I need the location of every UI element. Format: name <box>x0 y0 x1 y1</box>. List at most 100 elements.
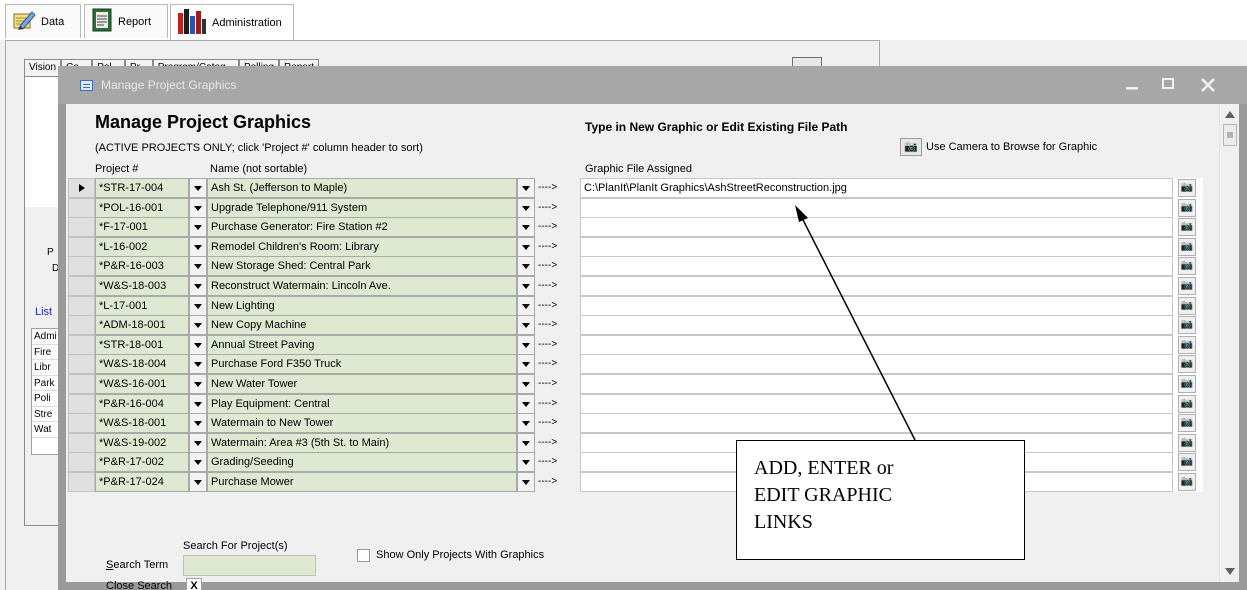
name-dropdown-button[interactable] <box>517 393 535 414</box>
project-name-cell[interactable]: Watermain: Area #3 (5th St. to Main) <box>207 432 517 453</box>
maximize-button[interactable] <box>1156 76 1180 96</box>
name-dropdown-button[interactable] <box>517 472 535 492</box>
project-name-cell[interactable]: Purchase Ford F350 Truck <box>207 354 517 375</box>
row-selector[interactable] <box>68 334 95 355</box>
project-number-cell[interactable]: *STR-18-001 <box>95 334 189 355</box>
project-dropdown-button[interactable] <box>189 295 207 316</box>
project-dropdown-button[interactable] <box>189 452 207 473</box>
graphic-file-input[interactable] <box>580 197 1173 218</box>
name-dropdown-button[interactable] <box>517 295 535 316</box>
browse-graphic-button[interactable]: 📷 <box>1178 218 1196 237</box>
table-row[interactable]: *W&S-16-001 New Water Tower ----> 📷 <box>68 374 1208 394</box>
project-name-cell[interactable]: Upgrade Telephone/911 System <box>207 197 517 218</box>
project-dropdown-button[interactable] <box>189 276 207 296</box>
project-name-cell[interactable]: Purchase Generator: Fire Station #2 <box>207 217 517 238</box>
project-number-cell[interactable]: *L-17-001 <box>95 295 189 316</box>
table-row[interactable]: *ADM-18-001 New Copy Machine ----> 📷 <box>68 315 1208 336</box>
table-row[interactable]: *P&R-17-002 Grading/Seeding ----> 📷 <box>68 452 1208 473</box>
project-dropdown-button[interactable] <box>189 236 207 257</box>
tab-data[interactable]: Data <box>5 4 81 38</box>
project-dropdown-button[interactable] <box>189 315 207 336</box>
browse-graphic-button[interactable]: 📷 <box>1178 296 1196 315</box>
row-selector[interactable] <box>68 413 95 434</box>
name-dropdown-button[interactable] <box>517 256 535 277</box>
project-number-cell[interactable]: *P&R-17-024 <box>95 472 189 492</box>
project-number-cell[interactable]: *W&S-16-001 <box>95 374 189 394</box>
name-dropdown-button[interactable] <box>517 413 535 434</box>
project-name-cell[interactable]: Watermain to New Tower <box>207 413 517 434</box>
graphic-file-input[interactable] <box>580 354 1173 375</box>
browse-graphic-button[interactable]: 📷 <box>1178 394 1196 413</box>
table-row[interactable]: *P&R-17-024 Purchase Mower ----> 📷 <box>68 472 1208 492</box>
close-search-button[interactable]: X <box>186 578 202 590</box>
name-dropdown-button[interactable] <box>517 217 535 238</box>
browse-graphic-button[interactable]: 📷 <box>1178 316 1196 335</box>
name-dropdown-button[interactable] <box>517 374 535 394</box>
table-row[interactable]: *W&S-18-001 Watermain to New Tower ----> 📷 <box>68 413 1208 434</box>
name-dropdown-button[interactable] <box>517 178 535 198</box>
project-number-cell[interactable]: *F-17-001 <box>95 217 189 238</box>
row-selector[interactable] <box>68 178 95 198</box>
project-number-cell[interactable]: *POL-16-001 <box>95 197 189 218</box>
row-selector[interactable] <box>68 256 95 277</box>
table-row[interactable]: *F-17-001 Purchase Generator: Fire Statio… <box>68 217 1208 238</box>
row-selector[interactable] <box>68 236 95 257</box>
project-dropdown-button[interactable] <box>189 432 207 453</box>
project-name-cell[interactable]: New Lighting <box>207 295 517 316</box>
graphic-file-input[interactable] <box>580 393 1173 414</box>
name-dropdown-button[interactable] <box>517 354 535 375</box>
graphic-file-input[interactable] <box>580 217 1173 238</box>
search-term-input[interactable] <box>183 555 316 576</box>
browse-graphic-button[interactable]: 📷 <box>1178 198 1196 217</box>
row-selector[interactable] <box>68 197 95 218</box>
graphic-file-input[interactable] <box>580 315 1173 336</box>
name-dropdown-button[interactable] <box>517 432 535 453</box>
show-only-graphics-label[interactable]: Show Only Projects With Graphics <box>376 549 544 561</box>
table-row[interactable]: *STR-18-001 Annual Street Paving ----> 📷 <box>68 334 1208 355</box>
minimize-button[interactable] <box>1120 76 1144 96</box>
browse-graphic-button[interactable]: 📷 <box>1178 453 1196 472</box>
row-selector[interactable] <box>68 295 95 316</box>
browse-graphic-button[interactable]: 📷 <box>1178 237 1196 256</box>
column-header-project[interactable]: Project # <box>95 163 138 175</box>
tab-administration[interactable]: Administration <box>170 4 294 40</box>
tab-report[interactable]: Report <box>84 4 168 38</box>
project-name-cell[interactable]: New Water Tower <box>207 374 517 394</box>
graphic-file-input[interactable] <box>580 413 1173 434</box>
project-name-cell[interactable]: Grading/Seeding <box>207 452 517 473</box>
project-name-cell[interactable]: Play Equipment: Central <box>207 393 517 414</box>
browse-graphic-button[interactable]: 📷 <box>1178 375 1196 393</box>
name-dropdown-button[interactable] <box>517 334 535 355</box>
table-row[interactable]: *W&S-19-002 Watermain: Area #3 (5th St. t… <box>68 432 1208 453</box>
project-name-cell[interactable]: New Storage Shed: Central Park <box>207 256 517 277</box>
graphic-file-input[interactable]: C:\PlanIt\PlanIt Graphics\AshStreetRecon… <box>580 178 1173 198</box>
project-number-cell[interactable]: *P&R-16-003 <box>95 256 189 277</box>
row-selector[interactable] <box>68 276 95 296</box>
project-number-cell[interactable]: *ADM-18-001 <box>95 315 189 336</box>
table-row[interactable]: *W&S-18-004 Purchase Ford F350 Truck ---->… <box>68 354 1208 375</box>
name-dropdown-button[interactable] <box>517 276 535 296</box>
name-dropdown-button[interactable] <box>517 197 535 218</box>
row-selector[interactable] <box>68 452 95 473</box>
project-name-cell[interactable]: Remodel Children's Room: Library <box>207 236 517 257</box>
project-dropdown-button[interactable] <box>189 217 207 238</box>
project-dropdown-button[interactable] <box>189 472 207 492</box>
graphic-file-input[interactable] <box>580 236 1173 257</box>
show-only-graphics-checkbox[interactable] <box>357 549 370 562</box>
project-name-cell[interactable]: New Copy Machine <box>207 315 517 336</box>
project-number-cell[interactable]: *L-16-002 <box>95 236 189 257</box>
project-name-cell[interactable]: Reconstruct Watermain: Lincoln Ave. <box>207 276 517 296</box>
graphic-file-input[interactable] <box>580 374 1173 394</box>
vertical-scrollbar[interactable] <box>1219 104 1239 582</box>
table-row[interactable]: *STR-17-004 Ash St. (Jefferson to Maple) -… <box>68 178 1208 198</box>
row-selector[interactable] <box>68 472 95 492</box>
browse-graphic-button[interactable]: 📷 <box>1178 414 1196 433</box>
dialog-titlebar[interactable]: Manage Project Graphics <box>58 66 1247 104</box>
project-number-cell[interactable]: *W&S-19-002 <box>95 432 189 453</box>
graphic-file-input[interactable] <box>580 256 1173 277</box>
browse-graphic-button[interactable]: 📷 <box>1178 335 1196 354</box>
browse-graphic-button[interactable]: 📷 <box>1178 179 1196 197</box>
name-dropdown-button[interactable] <box>517 452 535 473</box>
project-dropdown-button[interactable] <box>189 374 207 394</box>
project-name-cell[interactable]: Ash St. (Jefferson to Maple) <box>207 178 517 198</box>
